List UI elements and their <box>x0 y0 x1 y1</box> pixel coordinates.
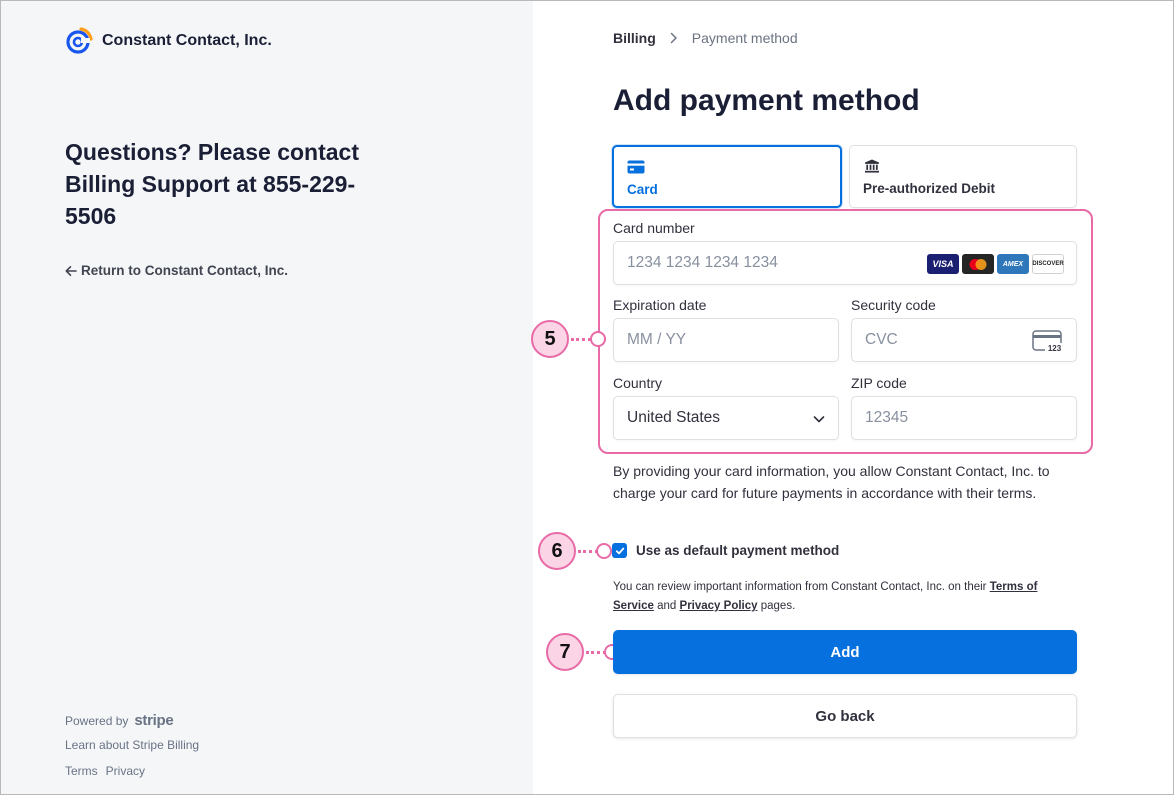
legal-notice: You can review important information fro… <box>613 578 1073 616</box>
security-code-label: Security code <box>851 297 936 313</box>
card-number-label: Card number <box>613 220 695 236</box>
breadcrumb-billing[interactable]: Billing <box>613 30 656 46</box>
legal-and: and <box>657 600 677 612</box>
return-to-merchant-link[interactable]: Return to Constant Contact, Inc. <box>65 263 288 278</box>
zip-code-input[interactable]: 12345 <box>851 396 1077 440</box>
merchant-panel: Constant Contact, Inc. Questions? Please… <box>1 1 533 794</box>
powered-by-label: Powered by <box>65 713 129 728</box>
card-brands: VISA AMEX DISCOVER <box>927 254 1064 274</box>
callout-ring-6 <box>596 543 612 559</box>
bank-icon <box>865 159 879 173</box>
default-payment-label: Use as default payment method <box>636 543 840 558</box>
expiration-placeholder: MM / YY <box>627 331 687 348</box>
breadcrumb-current: Payment method <box>691 30 798 46</box>
amex-icon: AMEX <box>997 254 1029 274</box>
tab-card[interactable]: Card <box>612 145 842 208</box>
card-number-input[interactable]: 1234 1234 1234 1234 VISA AMEX DISCOVER <box>613 241 1077 285</box>
page-title: Add payment method <box>613 84 920 117</box>
card-consent-text: By providing your card information, you … <box>613 463 1050 501</box>
expiration-date-input[interactable]: MM / YY <box>613 318 839 362</box>
legal-suffix: pages. <box>760 600 796 612</box>
powered-by-stripe[interactable]: Powered by stripe <box>65 712 174 729</box>
arrow-left-icon <box>65 265 77 276</box>
callout-marker-5: 5 <box>531 320 569 358</box>
tab-debit-label: Pre-authorized Debit <box>863 181 996 196</box>
add-button[interactable]: Add <box>613 630 1077 674</box>
callout-ring-5 <box>590 331 606 347</box>
country-label: Country <box>613 375 663 391</box>
return-link-label: Return to Constant Contact, Inc. <box>81 263 288 278</box>
callout-marker-6: 6 <box>538 532 576 570</box>
callout-connector-6 <box>578 550 598 553</box>
stripe-logo: stripe <box>134 712 174 729</box>
privacy-link[interactable]: Privacy <box>106 764 145 778</box>
country-value: United States <box>627 409 721 426</box>
svg-text:123: 123 <box>1048 344 1062 353</box>
callout-connector-7 <box>586 651 606 654</box>
zip-code-label: ZIP code <box>851 375 907 391</box>
expiration-date-label: Expiration date <box>613 297 707 313</box>
tab-pre-authorized-debit[interactable]: Pre-authorized Debit <box>849 145 1077 208</box>
terms-link[interactable]: Terms <box>65 764 98 778</box>
footer-links: Terms Privacy <box>65 764 145 778</box>
default-payment-checkbox-row[interactable]: Use as default payment method <box>612 543 839 558</box>
privacy-policy-link[interactable]: Privacy Policy <box>680 600 758 612</box>
mastercard-icon <box>962 254 994 274</box>
learn-stripe-billing-link[interactable]: Learn about Stripe Billing <box>65 738 199 752</box>
callout-marker-7: 7 <box>546 633 584 671</box>
chevron-down-icon <box>813 416 825 423</box>
go-back-button[interactable]: Go back <box>613 694 1077 738</box>
discover-icon: DISCOVER <box>1032 254 1064 274</box>
constant-contact-logo-icon <box>66 27 93 54</box>
cvc-card-icon: 123 <box>1032 330 1064 353</box>
breadcrumb: Billing Payment method <box>613 30 798 46</box>
tab-card-label: Card <box>627 182 658 197</box>
support-contact-text: Questions? Please contact Billing Suppor… <box>65 139 359 229</box>
security-code-input[interactable]: CVC 123 <box>851 318 1077 362</box>
checkmark-icon <box>615 547 624 554</box>
chevron-right-icon <box>670 32 677 44</box>
merchant-brand[interactable]: Constant Contact, Inc. <box>65 27 272 55</box>
country-select[interactable]: United States <box>613 396 839 440</box>
default-payment-checkbox[interactable] <box>612 543 627 558</box>
cvc-placeholder: CVC <box>865 331 898 348</box>
visa-icon: VISA <box>927 254 959 274</box>
card-number-placeholder: 1234 1234 1234 1234 <box>627 254 778 271</box>
legal-prefix: You can review important information fro… <box>613 581 987 593</box>
credit-card-icon <box>627 160 645 174</box>
merchant-name: Constant Contact, Inc. <box>102 32 272 49</box>
callout-connector-5 <box>571 338 591 341</box>
zip-placeholder: 12345 <box>865 409 909 426</box>
